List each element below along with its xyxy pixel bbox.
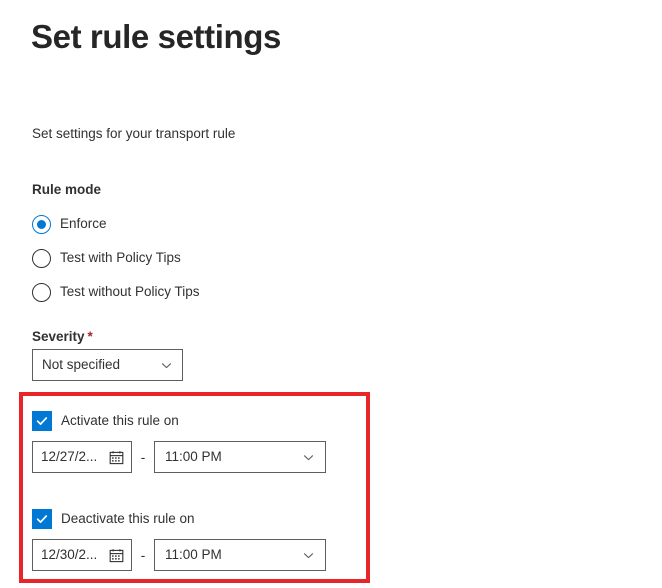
- severity-label: Severity *: [32, 328, 93, 346]
- deactivate-rule-checkbox-row[interactable]: Deactivate this rule on: [32, 509, 195, 529]
- severity-label-text: Severity: [32, 329, 85, 344]
- activate-rule-checkbox[interactable]: [32, 411, 52, 431]
- deactivate-datetime-row: 12/30/2... - 11:00 PM: [32, 539, 326, 571]
- activate-rule-label: Activate this rule on: [61, 413, 179, 428]
- radio-option-enforce[interactable]: Enforce: [32, 213, 107, 235]
- radio-button-test-with-policy-tips[interactable]: [32, 248, 51, 268]
- page-title: Set rule settings: [31, 18, 281, 55]
- activate-rule-checkbox-row[interactable]: Activate this rule on: [32, 411, 179, 431]
- activate-range-separator: -: [140, 449, 146, 465]
- activate-time-value: 11:00 PM: [165, 449, 222, 464]
- calendar-icon[interactable]: [109, 548, 124, 563]
- deactivate-rule-checkbox[interactable]: [32, 509, 52, 529]
- activate-date-value: 12/27/2...: [41, 449, 98, 464]
- checkmark-icon: [36, 515, 48, 523]
- activate-time-dropdown[interactable]: 11:00 PM: [154, 441, 326, 473]
- radio-option-test-with-policy-tips[interactable]: Test with Policy Tips: [32, 247, 181, 269]
- radio-label-enforce: Enforce: [60, 216, 107, 231]
- radio-button-enforce-selected[interactable]: [32, 214, 51, 234]
- chevron-down-icon: [160, 359, 173, 372]
- chevron-down-icon: [302, 451, 315, 464]
- deactivate-time-value: 11:00 PM: [165, 547, 222, 562]
- radio-option-test-without-policy-tips[interactable]: Test without Policy Tips: [32, 281, 200, 303]
- deactivate-date-value: 12/30/2...: [41, 547, 98, 562]
- page-subtitle: Set settings for your transport rule: [32, 126, 236, 141]
- deactivate-time-dropdown[interactable]: 11:00 PM: [154, 539, 326, 571]
- required-asterisk: *: [87, 329, 93, 344]
- severity-selected-value: Not specified: [42, 357, 121, 372]
- deactivate-range-separator: -: [140, 547, 146, 563]
- activate-datetime-row: 12/27/2... - 11:00 PM: [32, 441, 326, 473]
- radio-label-test-without-policy-tips: Test without Policy Tips: [60, 284, 200, 299]
- activate-date-field[interactable]: 12/27/2...: [32, 441, 132, 473]
- deactivate-date-field[interactable]: 12/30/2...: [32, 539, 132, 571]
- chevron-down-icon: [302, 549, 315, 562]
- calendar-icon[interactable]: [109, 450, 124, 465]
- rule-mode-label: Rule mode: [32, 182, 102, 197]
- severity-dropdown[interactable]: Not specified: [32, 349, 183, 381]
- set-rule-settings-page: Set rule settings Set settings for your …: [0, 0, 662, 588]
- radio-button-test-without-policy-tips[interactable]: [32, 282, 51, 302]
- checkmark-icon: [36, 417, 48, 425]
- deactivate-rule-label: Deactivate this rule on: [61, 511, 195, 526]
- radio-label-test-with-policy-tips: Test with Policy Tips: [60, 250, 181, 265]
